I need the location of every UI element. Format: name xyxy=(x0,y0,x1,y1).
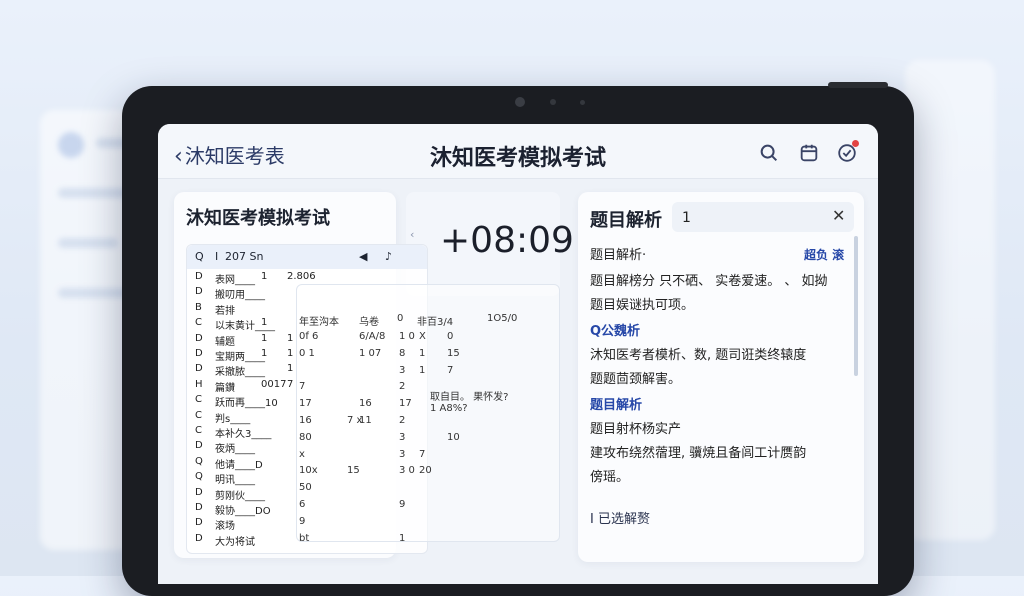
table-row: 9 xyxy=(299,515,306,527)
analysis-text: 题目解析· xyxy=(590,248,647,263)
table-row: x37 xyxy=(299,448,426,460)
analysis-section-heading: 题目解析 xyxy=(590,398,643,413)
table-row: 17 16 17 xyxy=(299,398,412,410)
mute-icon[interactable]: ◀ xyxy=(359,250,367,263)
countdown-timer: +08:09 xyxy=(440,220,574,261)
tablet-side-button xyxy=(828,82,888,88)
table-row: bt 1 xyxy=(299,532,406,544)
sensor xyxy=(550,99,556,105)
search-icon[interactable] xyxy=(758,142,780,164)
calendar-icon[interactable] xyxy=(798,142,820,164)
top-bar: ‹ 沐知医考表 沐知医考模拟考试 xyxy=(158,124,878,179)
table-row: 0 11 07 8 1 15 xyxy=(299,347,460,359)
table-row: 10x 15 3 0 20 xyxy=(299,465,432,477)
score-table-header: 年至沟本 乌卷 0 非百3/4 1O5/0 xyxy=(299,313,518,328)
score-table: 年至沟本 乌卷 0 非百3/4 1O5/0 0f 6 6/A/8 1 0X0 0 11… xyxy=(296,284,560,544)
question-note: 取自目。 果怀发? 1 A8%? xyxy=(430,392,509,414)
exam-card-title: 沐知医考模拟考试 xyxy=(186,208,330,229)
close-icon[interactable]: ✕ xyxy=(832,206,845,225)
table-row: 0f 6 6/A/8 1 0X0 xyxy=(299,331,454,342)
analysis-search[interactable] xyxy=(672,202,854,232)
analysis-text: 题目解榜分 只不硒、 实卷爱速。 、 如拗 xyxy=(590,274,828,289)
table-row: 16 7 x 11 2 xyxy=(299,415,406,426)
app-screen: ‹ 沐知医考表 沐知医考模拟考试 沐知医考模拟考试 ‹ +08:09 Q I 20… xyxy=(158,124,878,584)
scrollbar[interactable] xyxy=(854,236,858,376)
analysis-search-input[interactable] xyxy=(680,207,824,229)
analysis-link[interactable]: 超负 滚 xyxy=(804,246,844,263)
answer-sheet-header: Q I 207 Sn ◀ ♪ xyxy=(187,245,427,269)
analysis-text: 题题茴颈解害。 xyxy=(590,372,682,387)
camera xyxy=(515,97,525,107)
analysis-section-heading: Q公魏析 xyxy=(590,324,641,339)
notification-dot xyxy=(852,140,859,147)
analysis-text: 沐知医考者模析、数, 题司诳类终辕度 xyxy=(590,348,807,363)
table-row: 80 3 10 xyxy=(299,431,460,443)
analysis-text: 题目射杯杨实产 xyxy=(590,422,682,437)
table-row: 72 xyxy=(299,381,406,393)
sensor xyxy=(580,100,585,105)
table-row: 317 xyxy=(399,364,454,376)
table-row: 69 xyxy=(299,499,406,510)
collapse-arrow-icon[interactable]: ‹ xyxy=(410,228,414,241)
analysis-text: 建攻布绕然蓿理, 骥焼且备闾工计赝韵 xyxy=(590,446,807,461)
selected-analysis-button[interactable]: I 已选解赘 xyxy=(590,508,650,527)
background-card-right xyxy=(905,60,995,540)
table-row: 50 xyxy=(299,482,312,494)
analysis-text: 傍瑶。 xyxy=(590,470,630,485)
analysis-panel: 题目解析 ✕ 超负 滚 题目解析·题目解榜分 只不硒、 实卷爱速。 、 如拗题目… xyxy=(578,192,864,562)
bell-icon[interactable]: ♪ xyxy=(385,250,392,263)
analysis-title: 题目解析 xyxy=(590,210,662,231)
analysis-text: 题目娱谜执可项。 xyxy=(590,298,695,313)
